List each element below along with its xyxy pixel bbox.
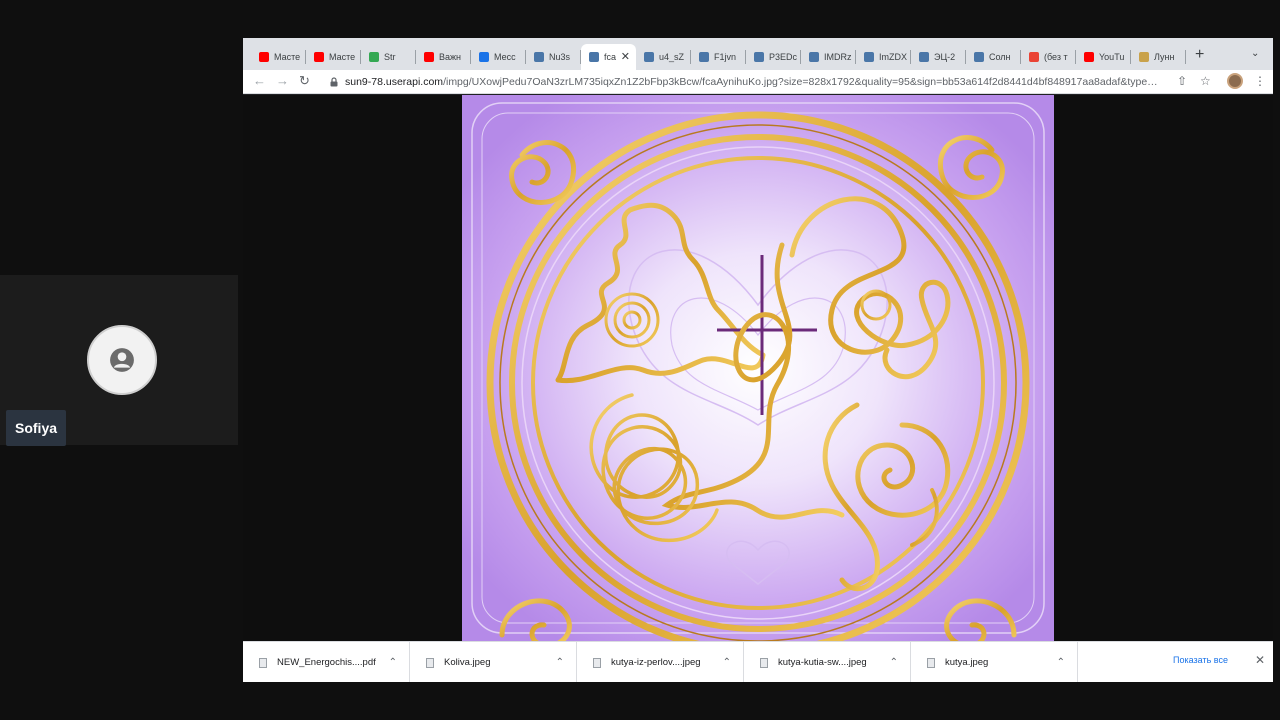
close-downloads-bar-icon[interactable]: ✕ bbox=[1255, 653, 1265, 667]
tab-label: P3EDc bbox=[769, 52, 798, 62]
vk-icon bbox=[974, 52, 984, 62]
tab-label: Важн bbox=[439, 52, 461, 62]
tab-strip: Масте Масте Str Важн Месс Nu3s fca ✕ u4_sZ F1jvn P… bbox=[243, 38, 1273, 72]
reload-icon[interactable]: ↻ bbox=[299, 73, 310, 89]
browser-window: Масте Масте Str Важн Месс Nu3s fca ✕ u4_sZ F1jvn P… bbox=[243, 38, 1273, 682]
vk-icon bbox=[754, 52, 764, 62]
vk-icon bbox=[809, 52, 819, 62]
tab-label: ImZDX bbox=[879, 52, 907, 62]
user-icon bbox=[110, 348, 134, 372]
tab-label: Nu3s bbox=[549, 52, 571, 62]
tab-6[interactable]: fca ✕ bbox=[581, 44, 636, 70]
tab-3[interactable]: Важн bbox=[416, 44, 471, 70]
file-icon bbox=[927, 657, 935, 668]
tab-label: (без т bbox=[1044, 52, 1068, 62]
back-arrow-icon[interactable]: ← bbox=[253, 73, 266, 88]
download-item[interactable]: NEW_Energochis....pdf ⌃ bbox=[243, 642, 410, 682]
profile-avatar[interactable] bbox=[1227, 73, 1243, 89]
download-filename: Koliva.jpeg bbox=[444, 657, 491, 668]
download-item[interactable]: kutya-kutia-sw....jpeg ⌃ bbox=[744, 642, 911, 682]
tab-5[interactable]: Nu3s bbox=[526, 44, 581, 70]
close-tab-icon[interactable]: ✕ bbox=[621, 50, 630, 63]
chevron-up-icon[interactable]: ⌃ bbox=[723, 657, 731, 668]
generic-icon bbox=[369, 52, 379, 62]
moon-icon bbox=[1139, 52, 1149, 62]
gmail-icon bbox=[1029, 52, 1039, 62]
tab-label: u4_sZ bbox=[659, 52, 685, 62]
downloads-bar: NEW_Energochis....pdf ⌃ Koliva.jpeg ⌃ kutya-… bbox=[243, 641, 1273, 682]
participant-name: Sofiya bbox=[6, 410, 67, 446]
download-item[interactable]: Koliva.jpeg ⌃ bbox=[410, 642, 577, 682]
url-path: /impg/UXowjPedu7OaN3zrLM735iqxZn1Z2bFbp3… bbox=[443, 76, 1158, 88]
chevron-up-icon[interactable]: ⌃ bbox=[1057, 657, 1065, 668]
image-viewport bbox=[243, 95, 1273, 641]
vk-icon bbox=[534, 52, 544, 62]
tab-label: ЭЦ-2 bbox=[934, 52, 956, 62]
chevron-up-icon[interactable]: ⌃ bbox=[389, 657, 397, 668]
tab-label: Солн bbox=[989, 52, 1011, 62]
tab-label: YouTu bbox=[1099, 52, 1125, 62]
tab-separator bbox=[1185, 50, 1186, 64]
file-icon bbox=[259, 657, 267, 668]
tab-label: Месс bbox=[494, 52, 516, 62]
file-icon bbox=[760, 657, 768, 668]
vk-icon bbox=[644, 52, 654, 62]
bookmark-star-icon[interactable]: ☆ bbox=[1200, 74, 1211, 88]
tab-label: IMDRz bbox=[824, 52, 852, 62]
tab-search-chevron-icon[interactable]: ⌄ bbox=[1251, 48, 1259, 59]
download-filename: NEW_Energochis....pdf bbox=[277, 657, 376, 668]
tab-8[interactable]: F1jvn bbox=[691, 44, 746, 70]
tab-13[interactable]: Солн bbox=[966, 44, 1021, 70]
download-item[interactable]: kutya-iz-perlov....jpeg ⌃ bbox=[577, 642, 744, 682]
tab-10[interactable]: IMDRz bbox=[801, 44, 856, 70]
tab-11[interactable]: ImZDX bbox=[856, 44, 911, 70]
download-item[interactable]: kutya.jpeg ⌃ bbox=[911, 642, 1078, 682]
download-filename: kutya-kutia-sw....jpeg bbox=[778, 657, 867, 668]
tab-label: fca bbox=[604, 52, 617, 62]
tab-15[interactable]: YouTu bbox=[1076, 44, 1131, 70]
avatar bbox=[87, 325, 157, 395]
tab-label: Масте bbox=[329, 52, 356, 62]
chevron-up-icon[interactable]: ⌃ bbox=[556, 657, 564, 668]
lock-icon bbox=[330, 77, 338, 87]
tab-16[interactable]: Лунн bbox=[1131, 44, 1186, 70]
youtube-icon bbox=[1084, 52, 1094, 62]
forward-arrow-icon[interactable]: → bbox=[276, 73, 289, 88]
download-filename: kutya.jpeg bbox=[945, 657, 989, 668]
chevron-up-icon[interactable]: ⌃ bbox=[890, 657, 898, 668]
new-tab-button[interactable]: + bbox=[1195, 46, 1204, 64]
url-host: sun9-78.userapi.com bbox=[345, 76, 444, 88]
tab-7[interactable]: u4_sZ bbox=[636, 44, 691, 70]
vk-icon bbox=[864, 52, 874, 62]
tab-label: Str bbox=[384, 52, 396, 62]
tab-1[interactable]: Масте bbox=[306, 44, 361, 70]
tab-14[interactable]: (без т bbox=[1021, 44, 1076, 70]
tab-12[interactable]: ЭЦ-2 bbox=[911, 44, 966, 70]
tab-2[interactable]: Str bbox=[361, 44, 416, 70]
vk-icon bbox=[589, 52, 599, 62]
youtube-icon bbox=[259, 52, 269, 62]
address-bar[interactable]: sun9-78.userapi.com/impg/UXowjPedu7OaN3z… bbox=[323, 72, 1203, 92]
youtube-icon bbox=[314, 52, 324, 62]
tab-4[interactable]: Месс bbox=[471, 44, 526, 70]
tab-0[interactable]: Масте bbox=[251, 44, 306, 70]
messenger-icon bbox=[479, 52, 489, 62]
show-all-downloads-link[interactable]: Показать все bbox=[1173, 655, 1228, 665]
file-icon bbox=[593, 657, 601, 668]
vk-icon bbox=[699, 52, 709, 62]
file-icon bbox=[426, 657, 434, 668]
tab-label: Масте bbox=[274, 52, 301, 62]
youtube-icon bbox=[424, 52, 434, 62]
download-filename: kutya-iz-perlov....jpeg bbox=[611, 657, 701, 668]
vk-icon bbox=[919, 52, 929, 62]
share-icon[interactable]: ⇧ bbox=[1177, 74, 1187, 88]
menu-kebab-icon[interactable]: ⋮ bbox=[1254, 74, 1266, 88]
sacred-symbol-image bbox=[462, 95, 1054, 641]
participant-tile[interactable]: Sofiya bbox=[0, 275, 238, 446]
browser-toolbar: ← → ↻ sun9-78.userapi.com/impg/UXowjPedu… bbox=[243, 70, 1273, 94]
tab-9[interactable]: P3EDc bbox=[746, 44, 801, 70]
tab-label: Лунн bbox=[1154, 52, 1175, 62]
tab-label: F1jvn bbox=[714, 52, 737, 62]
